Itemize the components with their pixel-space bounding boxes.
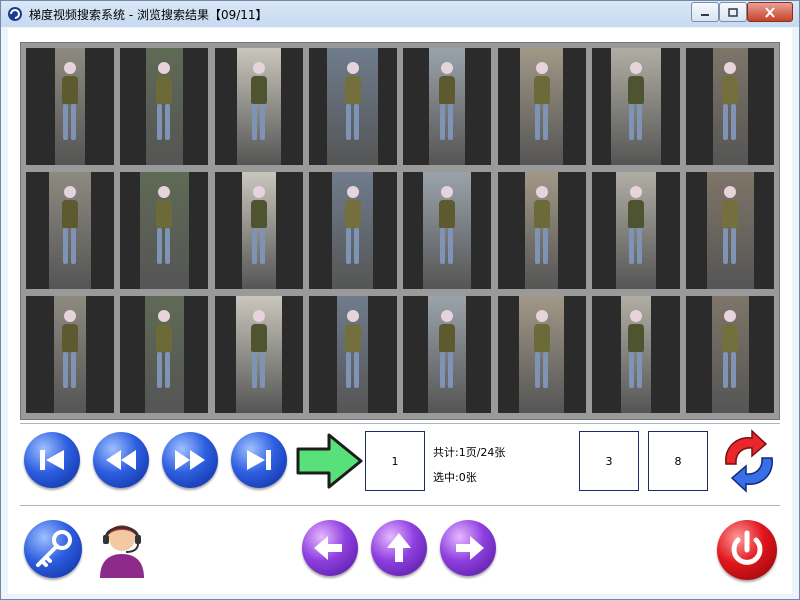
green-arrow-right-icon [296,433,363,489]
user-support-button[interactable] [94,516,150,580]
person-image [332,172,374,289]
go-to-page-button[interactable] [295,431,365,491]
result-thumbnail[interactable] [308,172,397,289]
back-button[interactable] [302,520,358,576]
result-thumbnail[interactable] [591,48,680,165]
person-image [706,172,754,289]
result-thumbnail[interactable] [403,48,492,165]
result-thumbnail[interactable] [686,172,775,289]
result-thumbnail[interactable] [308,48,397,165]
result-thumbnail[interactable] [308,296,397,413]
person-image [423,172,472,289]
result-thumbnail[interactable] [214,296,303,413]
person-image [337,296,369,413]
divider [20,423,780,424]
arrow-right-icon [456,536,484,560]
next-page-button[interactable] [162,432,218,488]
main-panel: 1 共计:1页/24张 选中:0张 3 8 [8,28,792,594]
result-thumbnail[interactable] [26,48,114,165]
person-image [519,296,564,413]
previous-page-button[interactable] [93,432,149,488]
person-image [236,48,281,165]
person-image [327,48,379,165]
maximize-button[interactable] [719,2,747,22]
person-image [139,172,189,289]
columns-input[interactable]: 8 [648,431,708,491]
result-thumbnail[interactable] [591,172,680,289]
person-image [711,296,749,413]
exit-button[interactable] [717,520,777,580]
skip-first-icon [40,450,64,470]
last-page-button[interactable] [231,432,287,488]
person-image [54,296,86,413]
forward-button[interactable] [440,520,496,576]
person-image [235,296,282,413]
close-icon [765,6,775,18]
app-window: 梯度视频搜索系统 - 浏览搜索结果【09/11】 1 共计:1页/24张 选中:… [0,0,800,600]
result-thumbnail[interactable] [120,172,209,289]
title-bar: 梯度视频搜索系统 - 浏览搜索结果【09/11】 [1,1,799,27]
person-image [145,48,183,165]
person-image [615,172,656,289]
minimize-icon [701,14,709,16]
close-button[interactable] [747,2,793,22]
result-thumbnail[interactable] [591,296,680,413]
result-thumbnail[interactable] [497,48,586,165]
power-icon [731,530,763,565]
person-image [241,172,276,289]
person-image [610,48,661,165]
key-icon [36,530,72,567]
skip-last-icon [247,450,271,470]
person-image [55,48,85,165]
result-thumbnail[interactable] [403,172,492,289]
person-image [49,172,91,289]
maximize-icon [728,7,738,17]
person-image [429,48,466,165]
result-thumbnail[interactable] [120,296,209,413]
divider [20,505,780,506]
result-thumbnail[interactable] [686,296,775,413]
person-image [712,48,748,165]
result-thumbnail[interactable] [26,172,114,289]
up-button[interactable] [371,520,427,576]
minimize-button[interactable] [691,2,719,22]
refresh-arrows-icon [725,429,773,493]
person-image [144,296,184,413]
result-gallery [20,42,780,420]
arrow-left-icon [314,536,342,560]
person-image [525,172,558,289]
app-logo-icon [8,7,22,21]
result-thumbnail[interactable] [497,172,586,289]
first-page-button[interactable] [24,432,80,488]
result-thumbnail[interactable] [214,172,303,289]
window-title: 梯度视频搜索系统 - 浏览搜索结果【09/11】 [29,8,268,22]
result-thumbnail[interactable] [120,48,209,165]
selected-count-label: 选中:0张 [433,471,477,484]
page-number-input[interactable]: 1 [365,431,425,491]
person-image [620,296,651,413]
result-thumbnail[interactable] [497,296,586,413]
result-thumbnail[interactable] [26,296,114,413]
window-controls [691,2,793,22]
refresh-button[interactable] [716,428,782,494]
result-thumbnail[interactable] [214,48,303,165]
key-button[interactable] [24,520,82,578]
rows-input[interactable]: 3 [579,431,639,491]
total-count-label: 共计:1页/24张 [433,446,506,459]
person-image [520,48,563,165]
user-support-icon [100,525,144,578]
person-image [428,296,467,413]
arrow-up-icon [387,533,411,562]
result-thumbnail[interactable] [403,296,492,413]
fast-forward-icon [175,450,205,470]
rewind-icon [106,450,136,470]
result-thumbnail[interactable] [686,48,775,165]
